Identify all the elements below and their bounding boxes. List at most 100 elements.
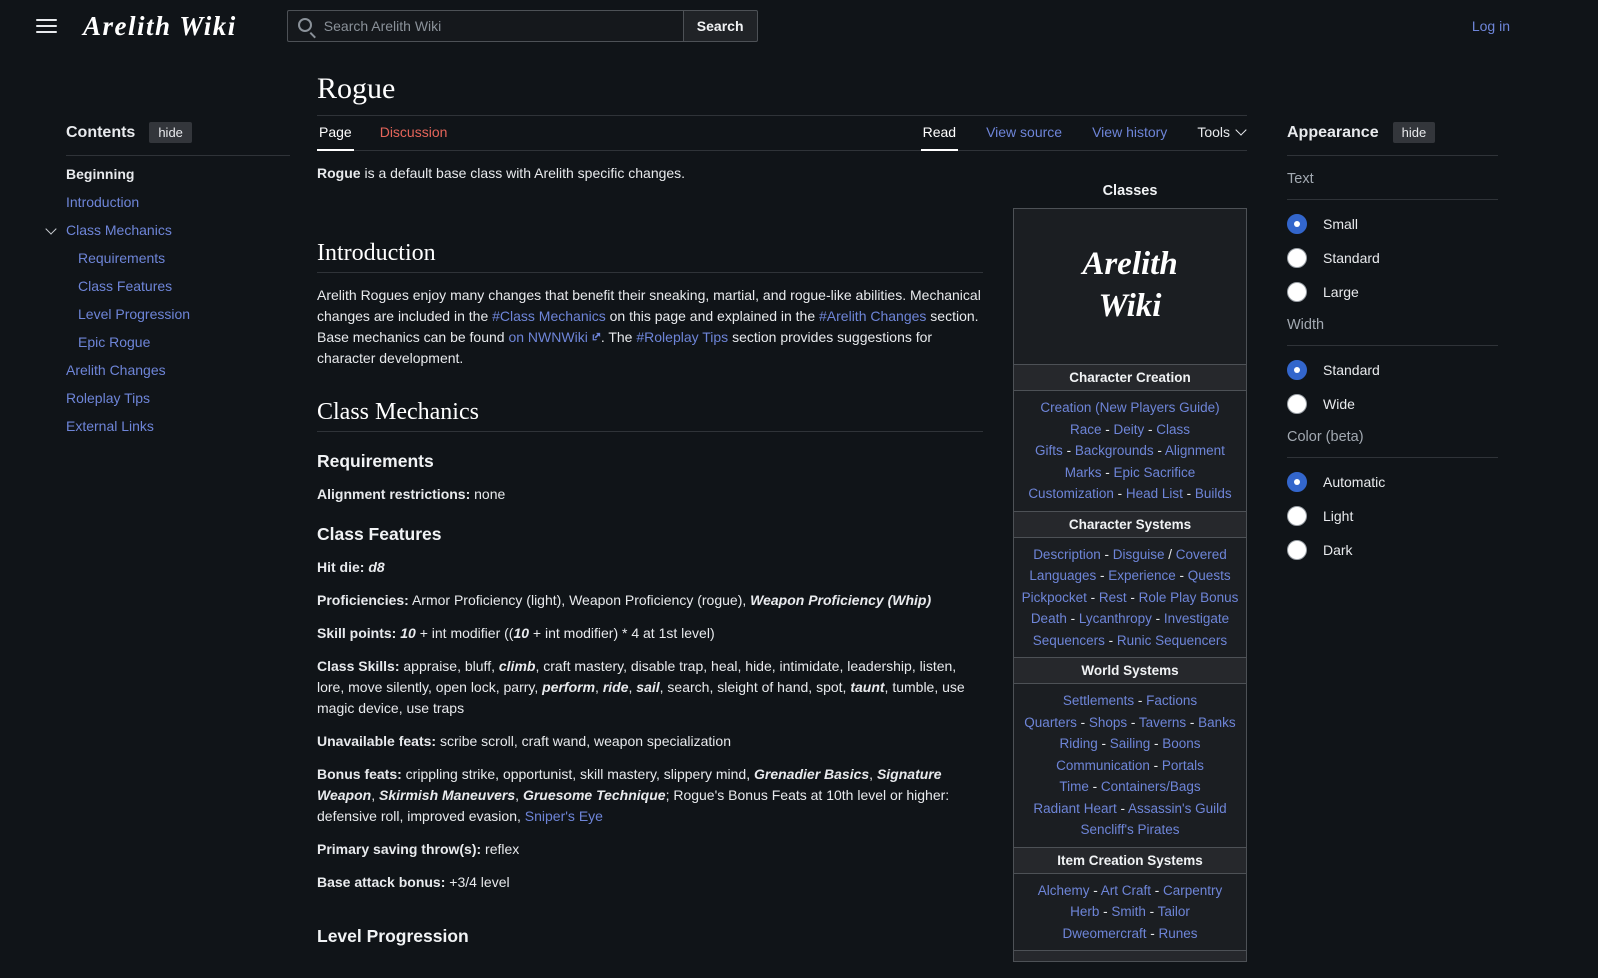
tab-discussion[interactable]: Discussion bbox=[378, 124, 450, 150]
infobox-link-backgrounds[interactable]: Backgrounds bbox=[1075, 443, 1154, 458]
article-link[interactable]: Sniper's Eye bbox=[525, 808, 603, 824]
radio-button[interactable] bbox=[1287, 506, 1307, 526]
infobox-link-deity[interactable]: Deity bbox=[1113, 422, 1144, 437]
infobox-link-creation-new-players-guide[interactable]: Creation (New Players Guide) bbox=[1040, 400, 1219, 415]
appearance-option-automatic[interactable]: Automatic bbox=[1287, 472, 1498, 492]
search-button[interactable]: Search bbox=[683, 10, 758, 42]
infobox-link-class[interactable]: Class bbox=[1156, 422, 1190, 437]
infobox-link-customization[interactable]: Customization bbox=[1028, 486, 1114, 501]
infobox-link-settlements[interactable]: Settlements bbox=[1063, 693, 1134, 708]
toc-item-introduction[interactable]: Introduction bbox=[66, 195, 290, 210]
infobox-link-taverns[interactable]: Taverns bbox=[1139, 715, 1186, 730]
article-link[interactable]: #Class Mechanics bbox=[492, 308, 606, 324]
infobox-link-head-list[interactable]: Head List bbox=[1126, 486, 1183, 501]
article-link[interactable]: #Roleplay Tips bbox=[636, 329, 728, 345]
infobox-section-header-item-creation-systems: Item Creation Systems bbox=[1014, 848, 1246, 874]
search-input[interactable] bbox=[287, 10, 683, 42]
radio-button-selected[interactable] bbox=[1287, 472, 1307, 492]
infobox-link-disguise[interactable]: Disguise bbox=[1113, 547, 1165, 562]
infobox-link-death[interactable]: Death bbox=[1031, 611, 1067, 626]
toc-item-requirements[interactable]: Requirements bbox=[66, 251, 290, 266]
infobox-link-runes[interactable]: Runes bbox=[1159, 926, 1198, 941]
radio-button[interactable] bbox=[1287, 248, 1307, 268]
appearance-option-standard[interactable]: Standard bbox=[1287, 248, 1498, 268]
infobox-link-assassin-s-guild[interactable]: Assassin's Guild bbox=[1128, 801, 1227, 816]
infobox-link-quarters[interactable]: Quarters bbox=[1024, 715, 1077, 730]
infobox-link-race[interactable]: Race bbox=[1070, 422, 1102, 437]
link-separator: - bbox=[1101, 547, 1113, 562]
infobox-logo[interactable]: Arelith Wiki bbox=[1014, 209, 1246, 366]
toc-hide-button[interactable]: hide bbox=[149, 122, 192, 143]
infobox-link-rest[interactable]: Rest bbox=[1099, 590, 1127, 605]
login-link[interactable]: Log in bbox=[1472, 18, 1510, 34]
article-link[interactable]: #Arelith Changes bbox=[819, 308, 926, 324]
infobox-link-sencliff-s-pirates[interactable]: Sencliff's Pirates bbox=[1080, 822, 1179, 837]
radio-button[interactable] bbox=[1287, 394, 1307, 414]
site-logo[interactable]: Arelith Wiki bbox=[83, 11, 237, 42]
infobox-link-role-play-bonus[interactable]: Role Play Bonus bbox=[1139, 590, 1239, 605]
infobox-link-banks[interactable]: Banks bbox=[1198, 715, 1236, 730]
toc-item-external-links[interactable]: External Links bbox=[66, 419, 290, 434]
infobox-link-row: Dweomercraft - Runes bbox=[1018, 923, 1242, 945]
toc-item-class-mechanics[interactable]: Class Mechanics bbox=[66, 223, 290, 238]
infobox-link-investigate[interactable]: Investigate bbox=[1164, 611, 1229, 626]
infobox-link-factions[interactable]: Factions bbox=[1146, 693, 1197, 708]
infobox-link-description[interactable]: Description bbox=[1033, 547, 1101, 562]
infobox-link-tailor[interactable]: Tailor bbox=[1158, 904, 1190, 919]
infobox-link-alignment[interactable]: Alignment bbox=[1165, 443, 1225, 458]
appearance-option-small[interactable]: Small bbox=[1287, 214, 1498, 234]
infobox-link-epic-sacrifice[interactable]: Epic Sacrifice bbox=[1113, 465, 1195, 480]
infobox-link-marks[interactable]: Marks bbox=[1065, 465, 1102, 480]
tab-page[interactable]: Page bbox=[317, 124, 354, 150]
radio-button[interactable] bbox=[1287, 540, 1307, 560]
infobox-link-lycanthropy[interactable]: Lycanthropy bbox=[1079, 611, 1152, 626]
infobox-link-quests[interactable]: Quests bbox=[1188, 568, 1231, 583]
tab-tools[interactable]: Tools bbox=[1195, 124, 1247, 150]
infobox-link-covered[interactable]: Covered bbox=[1176, 547, 1227, 562]
infobox-link-shops[interactable]: Shops bbox=[1089, 715, 1127, 730]
infobox-link-time[interactable]: Time bbox=[1059, 779, 1089, 794]
infobox-link-carpentry[interactable]: Carpentry bbox=[1163, 883, 1222, 898]
appearance-option-dark[interactable]: Dark bbox=[1287, 540, 1498, 560]
infobox-link-riding[interactable]: Riding bbox=[1059, 736, 1097, 751]
tab-read[interactable]: Read bbox=[921, 124, 958, 150]
infobox-link-radiant-heart[interactable]: Radiant Heart bbox=[1033, 801, 1116, 816]
toc-item-arelith-changes[interactable]: Arelith Changes bbox=[66, 363, 290, 378]
infobox-link-languages[interactable]: Languages bbox=[1029, 568, 1096, 583]
appearance-hide-button[interactable]: hide bbox=[1393, 122, 1436, 143]
infobox-link-experience[interactable]: Experience bbox=[1108, 568, 1176, 583]
radio-button-selected[interactable] bbox=[1287, 360, 1307, 380]
infobox-link-alchemy[interactable]: Alchemy bbox=[1038, 883, 1090, 898]
main-menu-icon[interactable] bbox=[36, 19, 57, 33]
toc-item-class-features[interactable]: Class Features bbox=[66, 279, 290, 294]
radio-button[interactable] bbox=[1287, 282, 1307, 302]
appearance-option-standard[interactable]: Standard bbox=[1287, 360, 1498, 380]
infobox-link-smith[interactable]: Smith bbox=[1111, 904, 1146, 919]
infobox-link-runic-sequencers[interactable]: Runic Sequencers bbox=[1117, 633, 1227, 648]
infobox-link-pickpocket[interactable]: Pickpocket bbox=[1022, 590, 1087, 605]
tab-view-source[interactable]: View source bbox=[984, 124, 1064, 150]
tab-view-history[interactable]: View history bbox=[1090, 124, 1169, 150]
infobox-link-sailing[interactable]: Sailing bbox=[1110, 736, 1151, 751]
infobox-link-communication[interactable]: Communication bbox=[1056, 758, 1150, 773]
infobox-link-boons[interactable]: Boons bbox=[1162, 736, 1200, 751]
infobox-link-sequencers[interactable]: Sequencers bbox=[1033, 633, 1105, 648]
toc-item-epic-rogue[interactable]: Epic Rogue bbox=[66, 335, 290, 350]
chevron-down-icon[interactable] bbox=[45, 223, 56, 234]
toc-item-level-progression[interactable]: Level Progression bbox=[66, 307, 290, 322]
infobox-link-dweomercraft[interactable]: Dweomercraft bbox=[1062, 926, 1146, 941]
radio-button-selected[interactable] bbox=[1287, 214, 1307, 234]
infobox-link-containers-bags[interactable]: Containers/Bags bbox=[1101, 779, 1201, 794]
infobox-link-art-craft[interactable]: Art Craft bbox=[1101, 883, 1151, 898]
text-segment: taunt bbox=[850, 679, 884, 695]
appearance-option-large[interactable]: Large bbox=[1287, 282, 1498, 302]
infobox-link-gifts[interactable]: Gifts bbox=[1035, 443, 1063, 458]
infobox-link-builds[interactable]: Builds bbox=[1195, 486, 1232, 501]
external-link[interactable]: on NWNWiki bbox=[508, 329, 600, 345]
infobox-link-herb[interactable]: Herb bbox=[1070, 904, 1099, 919]
infobox-link-portals[interactable]: Portals bbox=[1162, 758, 1204, 773]
appearance-option-light[interactable]: Light bbox=[1287, 506, 1498, 526]
appearance-option-wide[interactable]: Wide bbox=[1287, 394, 1498, 414]
toc-item-beginning[interactable]: Beginning bbox=[66, 167, 290, 182]
toc-item-roleplay-tips[interactable]: Roleplay Tips bbox=[66, 391, 290, 406]
